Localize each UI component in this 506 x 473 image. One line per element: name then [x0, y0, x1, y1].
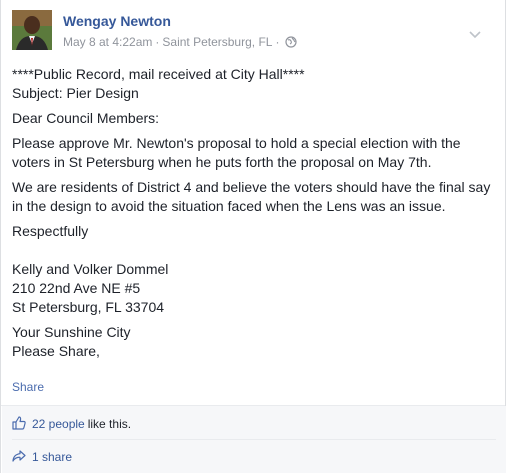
- post-paragraph: Please approve Mr. Newton's proposal to …: [12, 135, 461, 170]
- likes-row: 22 people like this.: [12, 415, 132, 433]
- author-name[interactable]: Wengay Newton: [63, 13, 171, 29]
- post-paragraph: Kelly and Volker Dommel 210 22nd Ave NE #…: [12, 261, 169, 315]
- meta-separator: ·: [155, 35, 160, 49]
- post-header: Wengay Newton May 8 at 4:22am · Saint Pete…: [12, 10, 492, 54]
- post-paragraph: Respectfully: [12, 223, 89, 239]
- post-paragraph: We are residents of District 4 and belie…: [12, 179, 491, 214]
- thumbs-up-icon[interactable]: [12, 415, 26, 433]
- share-link[interactable]: Share: [12, 380, 44, 394]
- likes-suffix: like this.: [87, 417, 132, 431]
- post-paragraph: Your Sunshine City Please Share,: [12, 324, 131, 359]
- post-location[interactable]: Saint Petersburg, FL: [162, 35, 272, 49]
- shares-count[interactable]: 1 share: [32, 450, 72, 464]
- footer-divider: [1, 405, 505, 406]
- post-paragraph: Dear Council Members:: [12, 110, 160, 126]
- footer-row-divider: [12, 439, 496, 440]
- avatar[interactable]: [12, 10, 52, 50]
- likes-count[interactable]: 22 people: [32, 417, 85, 431]
- globe-icon: [285, 36, 298, 51]
- post-meta: May 8 at 4:22am · Saint Petersburg, FL ·: [63, 35, 298, 51]
- facebook-post: Wengay Newton May 8 at 4:22am · Saint Pete…: [0, 0, 506, 473]
- chevron-down-icon[interactable]: [469, 26, 481, 44]
- post-paragraph: ****Public Record, mail received at City…: [12, 66, 305, 101]
- meta-separator-2: ·: [275, 35, 280, 49]
- shares-row[interactable]: 1 share: [12, 449, 72, 465]
- share-arrow-icon[interactable]: [12, 449, 26, 465]
- post-timestamp[interactable]: May 8 at 4:22am: [63, 35, 152, 49]
- post-body: ****Public Record, mail received at City…: [12, 65, 496, 367]
